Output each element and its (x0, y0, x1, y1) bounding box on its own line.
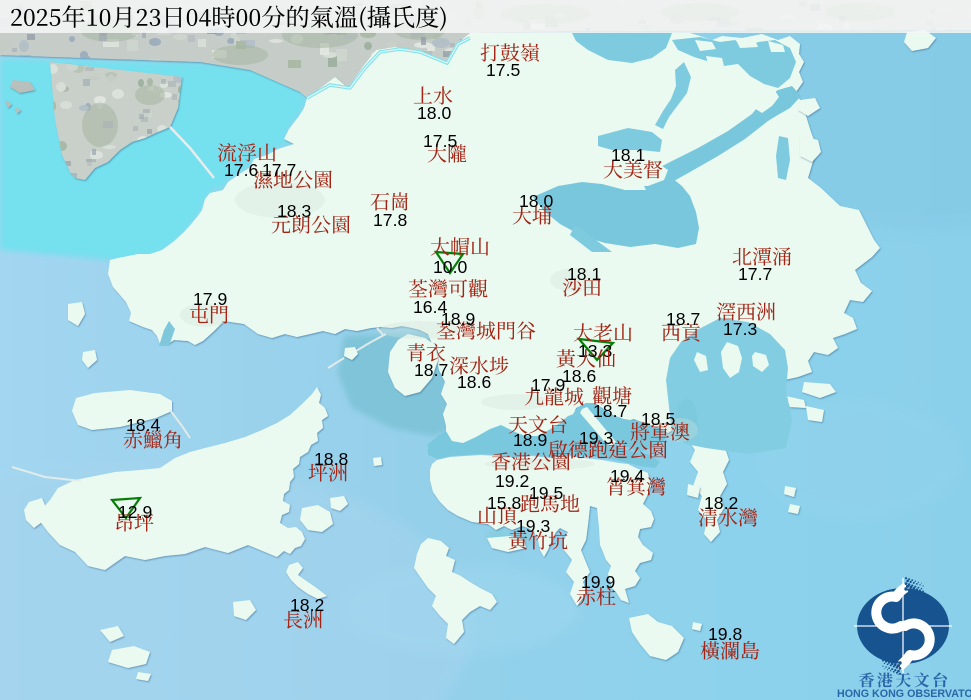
svg-text:HONG KONG OBSERVATORY: HONG KONG OBSERVATORY (837, 688, 971, 700)
svg-text:18.8: 18.8 (314, 449, 348, 469)
svg-text:18.7: 18.7 (666, 309, 700, 329)
svg-text:17.5: 17.5 (486, 60, 520, 80)
svg-text:15.8: 15.8 (487, 493, 521, 513)
svg-text:19.4: 19.4 (610, 466, 644, 486)
svg-text:18.1: 18.1 (611, 145, 645, 165)
svg-text:17.9: 17.9 (193, 289, 227, 309)
svg-text:18.6: 18.6 (562, 366, 596, 386)
svg-text:18.0: 18.0 (417, 103, 451, 123)
svg-text:18.4: 18.4 (126, 415, 160, 435)
svg-text:18.9: 18.9 (513, 430, 547, 450)
svg-text:12.9: 12.9 (118, 502, 152, 522)
svg-text:18.0: 18.0 (519, 191, 553, 211)
svg-text:17.9: 17.9 (531, 375, 565, 395)
svg-text:19.5: 19.5 (529, 483, 563, 503)
svg-text:18.2: 18.2 (290, 595, 324, 615)
svg-text:17.7: 17.7 (262, 160, 296, 180)
svg-text:19.8: 19.8 (708, 624, 742, 644)
svg-text:19.3: 19.3 (516, 516, 550, 536)
svg-text:18.2: 18.2 (704, 493, 738, 513)
svg-text:18.7: 18.7 (593, 401, 627, 421)
svg-text:17.8: 17.8 (373, 210, 407, 230)
svg-text:19.2: 19.2 (495, 471, 529, 491)
svg-text:19.9: 19.9 (581, 572, 615, 592)
svg-text:18.6: 18.6 (457, 372, 491, 392)
svg-text:18.3: 18.3 (277, 201, 311, 221)
svg-text:10.0: 10.0 (433, 257, 467, 277)
svg-text:17.6: 17.6 (224, 160, 258, 180)
svg-text:18.5: 18.5 (641, 409, 675, 429)
svg-text:19.3: 19.3 (579, 428, 613, 448)
svg-text:18.7: 18.7 (414, 360, 448, 380)
svg-text:18.9: 18.9 (441, 309, 475, 329)
svg-text:17.3: 17.3 (723, 319, 757, 339)
svg-text:17.5: 17.5 (423, 131, 457, 151)
svg-text:13.3: 13.3 (578, 341, 612, 361)
svg-text:17.7: 17.7 (738, 264, 772, 284)
svg-text:18.1: 18.1 (567, 264, 601, 284)
